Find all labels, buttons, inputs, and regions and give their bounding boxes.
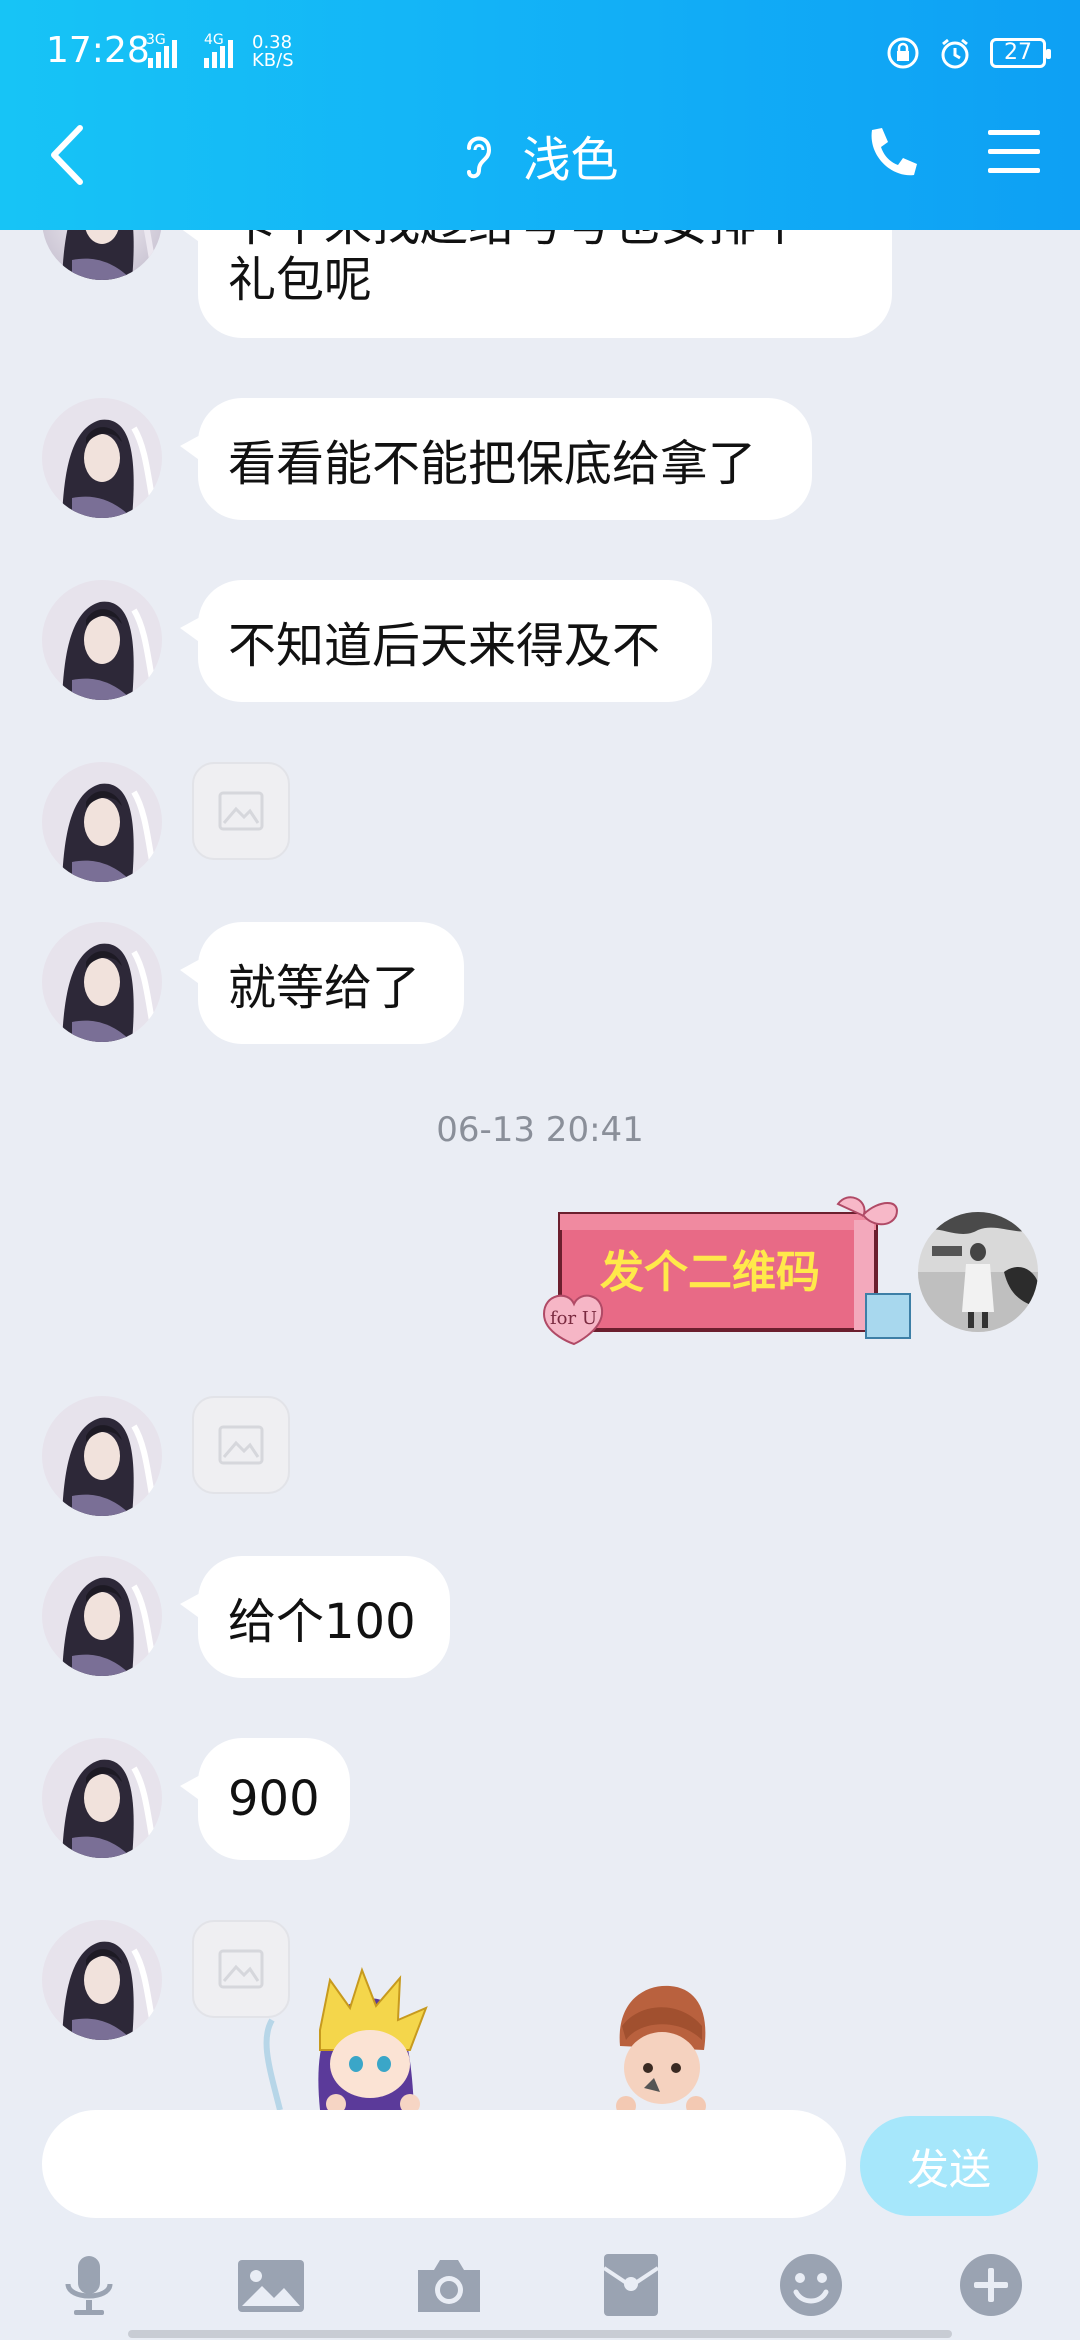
sticker-tag-text: for U <box>550 1308 597 1329</box>
red-packet-icon[interactable] <box>596 2250 666 2320</box>
broken-image-icon <box>218 1425 264 1465</box>
message-text: 不知道后天来得及不 <box>228 618 661 674</box>
avatar[interactable] <box>42 1920 162 2040</box>
status-icons: 27 <box>886 36 1051 70</box>
microphone-icon[interactable] <box>54 2250 124 2320</box>
avatar[interactable] <box>42 580 162 700</box>
sticker-message[interactable]: 发个二维码 for U <box>538 1194 916 1350</box>
message-text: 礼包呢 <box>228 252 373 308</box>
menu-icon[interactable] <box>984 124 1044 180</box>
message-text: 900 <box>228 1771 320 1827</box>
avatar[interactable] <box>42 762 162 882</box>
message-bubble[interactable]: 给个100 <box>180 1556 450 1678</box>
message-bubble[interactable]: 不知道后天来得及不 <box>180 580 712 702</box>
page-title[interactable]: 浅色 <box>523 120 619 190</box>
ear-icon[interactable] <box>461 128 495 182</box>
avatar[interactable] <box>42 1396 162 1516</box>
avatar[interactable] <box>42 922 162 1042</box>
top-bar: 17:28 3G 4G 0.38 KB/S 27 浅色 <box>0 0 1080 230</box>
message-bubble[interactable]: 900 <box>180 1738 350 1860</box>
message-input[interactable] <box>42 2110 846 2218</box>
message-bubble[interactable]: 看看能不能把保底给拿了 <box>180 398 812 520</box>
message-text: 看看能不能把保底给拿了 <box>228 436 757 492</box>
plus-icon[interactable] <box>956 2250 1026 2320</box>
peeking-characters-sticker <box>250 1960 770 2116</box>
message-bubble[interactable]: 就等给了 <box>180 922 464 1044</box>
image-icon[interactable] <box>236 2250 306 2320</box>
my-avatar[interactable] <box>918 1212 1038 1332</box>
avatar[interactable] <box>42 1738 162 1858</box>
message-text: 就等给了 <box>228 960 421 1016</box>
battery-indicator: 27 <box>990 38 1051 68</box>
image-message[interactable] <box>192 1396 290 1494</box>
avatar[interactable] <box>42 398 162 518</box>
sticker-text: 发个二维码 <box>600 1247 820 1298</box>
message-text: 给个100 <box>228 1594 416 1650</box>
send-button[interactable]: 发送 <box>860 2116 1038 2216</box>
phone-icon[interactable] <box>862 124 920 182</box>
alarm-icon <box>941 38 969 69</box>
avatar[interactable] <box>42 1556 162 1676</box>
network-speed: 0.38 KB/S <box>252 32 294 71</box>
emoji-icon[interactable] <box>776 2250 846 2320</box>
image-message[interactable] <box>192 762 290 860</box>
camera-icon[interactable] <box>414 2250 484 2320</box>
home-indicator[interactable] <box>128 2330 952 2338</box>
chat-area[interactable]: 卡个来找趁给号号也安排个 礼包呢 看看能不能把保底给拿了 不知道后天来得及不 就… <box>0 0 1080 2120</box>
timestamp: 06-13 20:41 <box>436 1110 644 1150</box>
status-time: 17:28 <box>46 30 150 71</box>
lock-rotation-icon <box>887 37 919 69</box>
input-bar: 发送 <box>0 2110 1080 2340</box>
broken-image-icon <box>218 791 264 831</box>
